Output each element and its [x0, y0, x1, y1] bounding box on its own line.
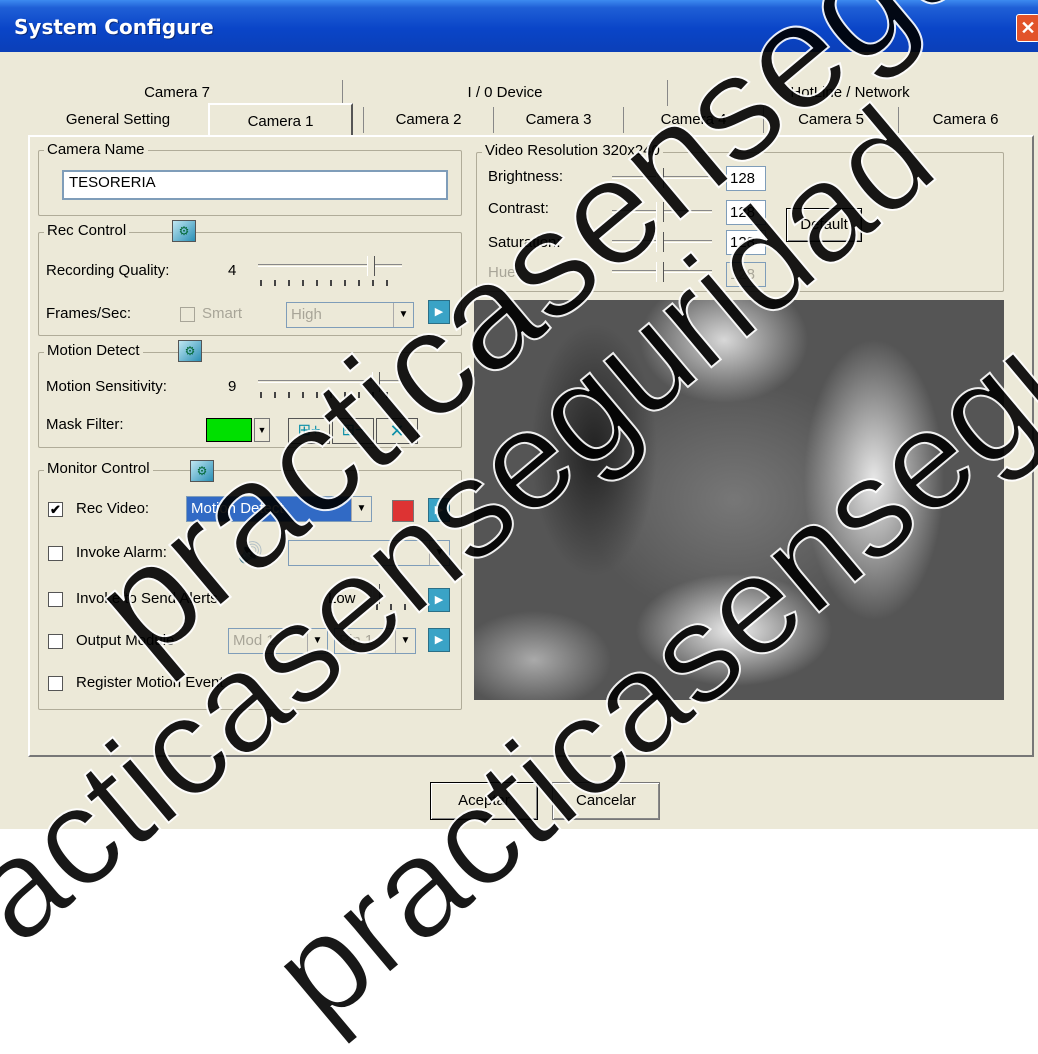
chevron-down-icon: ▼ — [393, 303, 413, 327]
tab-camera-3[interactable]: Camera 3 — [493, 107, 623, 133]
motion-sensitivity-slider[interactable] — [372, 372, 380, 392]
register-motion-checkbox[interactable] — [48, 676, 63, 691]
recording-quality-track — [258, 264, 402, 267]
alerts-play-icon[interactable]: ▶ — [428, 588, 450, 612]
contrast-input[interactable]: 128 — [726, 200, 766, 225]
invoke-alerts-label: Invoke to Send Alerts — [76, 590, 218, 607]
frames-per-sec-label: Frames/Sec: — [46, 305, 132, 322]
brightness-slider[interactable] — [656, 168, 664, 188]
chevron-down-icon: ▼ — [429, 541, 449, 565]
motion-sensitivity-track — [258, 380, 402, 383]
accept-button[interactable]: Aceptar — [430, 782, 538, 820]
tab-camera-4[interactable]: Camera 4 — [623, 107, 763, 133]
alerts-level-slider[interactable] — [372, 584, 380, 604]
video-resolution-value: 320x240 — [602, 142, 660, 159]
saturation-input[interactable]: 128 — [726, 230, 766, 255]
alarm-sound-select[interactable]: ▼ — [288, 540, 450, 566]
output-module-label: Output Module — [76, 632, 175, 649]
tab-row-back: Camera 7 I / 0 Device HotLine / Network — [12, 80, 1034, 106]
mask-remove-icon[interactable]: ⊞− — [332, 418, 374, 444]
smart-checkbox[interactable] — [180, 307, 195, 322]
output-pin-select[interactable]: Pin 1 ▼ — [334, 628, 416, 654]
video-preview — [474, 300, 1004, 700]
saturation-slider[interactable] — [656, 232, 664, 252]
monitor-control-settings-icon[interactable]: ⚙ — [190, 460, 214, 482]
recording-quality-slider[interactable] — [367, 256, 375, 276]
chevron-down-icon: ▼ — [307, 629, 327, 653]
output-module-select[interactable]: Mod 1 ▼ — [228, 628, 328, 654]
mask-clear-icon[interactable]: ✕ — [376, 418, 418, 444]
hue-input[interactable]: 128 — [726, 262, 766, 287]
hue-label: Hue: — [488, 264, 520, 281]
rec-control-settings-icon[interactable]: ⚙ — [172, 220, 196, 242]
title-bar: System Configure ✕ — [0, 0, 1038, 52]
tab-general-setting[interactable]: General Setting — [28, 107, 208, 133]
rec-video-label: Rec Video: — [76, 500, 150, 517]
recording-quality-value: 4 — [228, 262, 237, 279]
invoke-alarm-checkbox[interactable] — [48, 546, 63, 561]
rec-video-select-value: Motion Detect — [191, 500, 284, 517]
chevron-down-icon: ▼ — [395, 629, 415, 653]
tab-camera-2[interactable]: Camera 2 — [363, 107, 493, 133]
tab-row-front: General Setting Camera 1 Camera 2 Camera… — [28, 103, 1034, 135]
register-motion-label: Register Motion Event — [76, 674, 224, 691]
window-title: System Configure — [14, 15, 214, 39]
output-module-select-value: Mod 1 — [233, 632, 275, 649]
invoke-alerts-checkbox[interactable] — [48, 592, 63, 607]
motion-detect-settings-icon[interactable]: ⚙ — [178, 340, 202, 362]
video-resolution-label: Video Resolution 320x240 — [482, 142, 663, 160]
motion-detect-label: Motion Detect — [44, 342, 143, 360]
mask-add-icon[interactable]: ⊞+ — [288, 418, 330, 444]
rec-video-play-icon[interactable]: ▶ — [428, 498, 450, 522]
mask-color-swatch[interactable] — [206, 418, 252, 442]
fps-play-icon[interactable]: ▶ — [428, 300, 450, 324]
output-pin-select-value: Pin 1 — [339, 632, 374, 649]
tab-hotline-network[interactable]: HotLine / Network — [667, 80, 1032, 106]
fps-select[interactable]: High ▼ — [286, 302, 414, 328]
system-configure-window: System Configure ✕ Camera 7 I / 0 Device… — [0, 0, 1038, 1053]
hue-slider[interactable] — [656, 262, 664, 282]
fps-select-value: High — [291, 306, 322, 323]
output-play-icon[interactable]: ▶ — [428, 628, 450, 652]
monitor-control-label: Monitor Control — [44, 460, 153, 478]
alerts-level-label: Low — [328, 590, 356, 607]
mask-color-dropdown[interactable]: ▼ — [254, 418, 270, 442]
camera-name-label: Camera Name — [44, 141, 148, 159]
contrast-label: Contrast: — [488, 200, 549, 217]
default-button[interactable]: Default — [786, 208, 862, 242]
output-module-checkbox[interactable] — [48, 634, 63, 649]
motion-sensitivity-label: Motion Sensitivity: — [46, 378, 167, 395]
rec-video-extra-icon[interactable] — [392, 500, 414, 522]
tab-camera-1[interactable]: Camera 1 — [208, 103, 353, 135]
mask-filter-label: Mask Filter: — [46, 416, 124, 433]
saturation-label: Saturation: — [488, 234, 561, 251]
tab-io-device[interactable]: I / 0 Device — [342, 80, 667, 106]
rec-control-label: Rec Control — [44, 222, 130, 240]
motion-sensitivity-value: 9 — [228, 378, 237, 395]
cancel-button[interactable]: Cancelar — [552, 782, 660, 820]
video-resolution-text: Video Resolution — [485, 142, 599, 159]
motion-sensitivity-ticks — [260, 392, 400, 398]
speaker-icon[interactable]: 🔊 — [238, 540, 263, 565]
rec-video-checkbox[interactable]: ✔ — [48, 502, 63, 517]
rec-video-select[interactable]: Motion Detect ▼ — [186, 496, 372, 522]
tab-camera-5[interactable]: Camera 5 — [763, 107, 898, 133]
brightness-label: Brightness: — [488, 168, 564, 185]
camera-name-input[interactable]: TESORERIA — [62, 170, 448, 200]
alerts-level-ticks — [376, 604, 410, 610]
tab-camera-6[interactable]: Camera 6 — [898, 107, 1032, 133]
invoke-alarm-label: Invoke Alarm: — [76, 544, 167, 561]
recording-quality-ticks — [260, 280, 400, 286]
close-button[interactable]: ✕ — [1016, 14, 1038, 42]
contrast-slider[interactable] — [656, 202, 664, 222]
chevron-down-icon: ▼ — [351, 497, 371, 521]
smart-label: Smart — [202, 305, 243, 322]
brightness-input[interactable]: 128 — [726, 166, 766, 191]
recording-quality-label: Recording Quality: — [46, 262, 170, 279]
